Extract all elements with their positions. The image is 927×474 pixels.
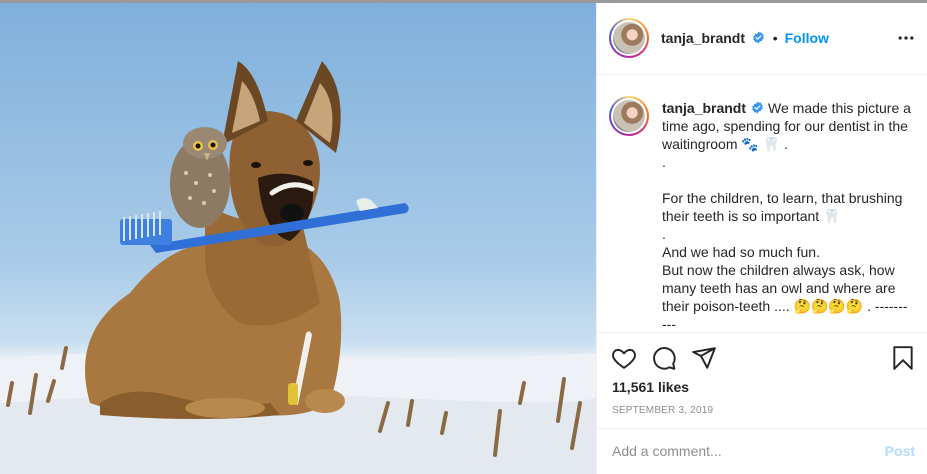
author-avatar[interactable] — [609, 18, 649, 58]
more-options-icon[interactable] — [896, 28, 916, 48]
comment-form: Post — [597, 428, 927, 474]
post-image[interactable] — [0, 3, 596, 474]
author-username[interactable]: tanja_brandt — [661, 30, 745, 46]
bookmark-icon[interactable] — [890, 345, 916, 371]
heart-icon[interactable] — [611, 345, 637, 371]
author-info: tanja_brandt • Follow — [661, 30, 829, 46]
caption-line — [662, 171, 912, 189]
caption-line: But now the children always ask, how man… — [662, 262, 908, 332]
post-header: tanja_brandt • Follow — [597, 3, 927, 75]
follow-button[interactable]: Follow — [785, 30, 829, 46]
caption-line: And we had so much fun. — [662, 244, 820, 260]
separator-dot: • — [772, 30, 778, 46]
post-image-illustration — [0, 61, 596, 474]
post-comment-button[interactable]: Post — [885, 443, 915, 459]
post-actions: 11,561 likes SEPTEMBER 3, 2019 — [597, 332, 927, 428]
caption-section: tanja_brandt We made this picture a time … — [597, 76, 927, 332]
caption-line: . — [662, 154, 666, 170]
caption-line: tanja_brandt We made this picture a time … — [662, 99, 912, 153]
likes-count[interactable]: 11,561 likes — [612, 379, 689, 395]
post-caption: tanja_brandt We made this picture a time … — [662, 99, 912, 332]
verified-badge-icon — [752, 101, 763, 114]
caption-author-avatar[interactable] — [609, 96, 649, 136]
caption-username[interactable]: tanja_brandt — [662, 100, 746, 116]
post-details-panel: tanja_brandt • Follow tanja_brandt We mad… — [596, 3, 927, 474]
share-icon[interactable] — [691, 345, 717, 371]
comment-input[interactable] — [612, 443, 852, 459]
caption-line: For the children, to learn, that brushin… — [662, 190, 907, 224]
comment-icon[interactable] — [651, 345, 677, 371]
verified-badge-icon — [753, 31, 764, 44]
caption-line: . — [662, 226, 666, 242]
post-date[interactable]: SEPTEMBER 3, 2019 — [612, 405, 713, 416]
